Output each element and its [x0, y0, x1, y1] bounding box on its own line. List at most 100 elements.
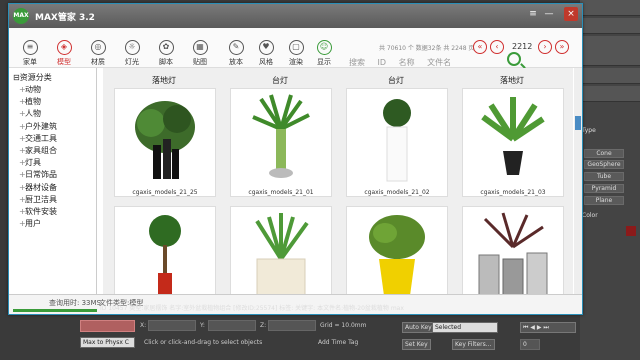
tool-label: 家单 — [23, 58, 37, 66]
tree-item-software[interactable]: +软件安装 — [13, 206, 96, 218]
tool-model[interactable]: ◈ 模型 — [49, 40, 79, 68]
playback-controls[interactable]: ⏮ ◀ ▶ ⏭ — [520, 322, 576, 333]
tree-item-label: 人物 — [25, 109, 41, 119]
next-page-icon[interactable]: › — [538, 40, 552, 54]
model-card[interactable] — [462, 206, 564, 294]
tree-item-decor[interactable]: +日常饰品 — [13, 169, 96, 181]
tool-label: 风格 — [259, 58, 273, 66]
color-swatch[interactable] — [626, 226, 636, 236]
frame-field[interactable]: 0 — [520, 339, 540, 350]
tool-display[interactable]: ☺ 显示 — [309, 40, 339, 68]
pyramid-button[interactable]: Pyramid — [584, 184, 624, 193]
edit-icon: ✎ — [228, 40, 244, 55]
tool-label: 模型 — [57, 58, 71, 66]
tree-root-label: 资源分类 — [19, 73, 52, 82]
tool-style[interactable]: ♥ 风格 — [251, 40, 281, 68]
tree-item-lamps[interactable]: +灯具 — [13, 157, 96, 169]
model-card[interactable]: cgaxis_models_21_01 — [230, 88, 332, 197]
tool-script[interactable]: ✿ 脚本 — [151, 40, 181, 68]
host-panel-dropdown-2[interactable] — [580, 86, 640, 102]
model-card[interactable] — [114, 206, 216, 294]
y-coord-field[interactable] — [208, 320, 256, 331]
cube-icon: ◈ — [56, 40, 72, 55]
tree-item-plants[interactable]: +植物 — [13, 96, 96, 108]
tool-label: 灯光 — [125, 58, 139, 66]
app-logo: MAX — [13, 8, 29, 24]
key-filters-button[interactable]: Key Filters... — [452, 339, 495, 350]
tree-item-people[interactable]: +人物 — [13, 108, 96, 120]
query-progress — [13, 309, 97, 312]
geosphere-button[interactable]: GeoSphere — [584, 160, 624, 169]
tree-item-label: 软件安装 — [25, 207, 57, 217]
close-icon[interactable]: × — [564, 7, 578, 21]
texture-icon: ▦ — [192, 40, 208, 55]
category-tree: ⊟资源分类 +动物 +植物 +人物 +户外建筑 +交通工具 +家具组合 +灯具 … — [9, 68, 97, 294]
search-input[interactable]: 搜索 — [349, 58, 365, 67]
tree-item-vehicles[interactable]: +交通工具 — [13, 133, 96, 145]
grid-scrollbar[interactable] — [574, 68, 582, 294]
minimize-icon[interactable]: — — [542, 7, 556, 21]
tool-label: 显示 — [317, 58, 331, 66]
key-mode-select[interactable]: Selected — [432, 322, 498, 333]
tool-light[interactable]: ☼ 灯光 — [117, 40, 147, 68]
title-bar[interactable]: MAX MAX管家 3.2 ≡ — × — [9, 4, 582, 28]
tube-button[interactable]: Tube — [584, 172, 624, 181]
host-panel-icons[interactable] — [580, 18, 640, 34]
light-icon: ☼ — [124, 40, 140, 55]
model-card[interactable]: cgaxis_models_21_02 — [346, 88, 448, 197]
search-by-name[interactable]: 名称 — [399, 58, 415, 67]
selection-lock-button[interactable] — [80, 320, 135, 332]
tree-item-label: 器材设备 — [25, 182, 57, 192]
x-coord-field[interactable] — [148, 320, 196, 331]
add-time-tag[interactable]: Add Time Tag — [318, 337, 358, 348]
host-panel-dropdown[interactable] — [580, 68, 640, 84]
model-thumbnail — [115, 89, 215, 187]
plane-button[interactable]: Plane — [584, 196, 624, 205]
tool-material[interactable]: ◎ 材质 — [83, 40, 113, 68]
tool-label: 材质 — [91, 58, 105, 66]
search-by-id[interactable]: ID — [378, 58, 387, 67]
tool-texture[interactable]: ▦ 贴图 — [185, 40, 215, 68]
tree-item-furniture[interactable]: +家具组合 — [13, 145, 96, 157]
tree-item-bathroom[interactable]: +厨卫洁具 — [13, 194, 96, 206]
model-card[interactable]: cgaxis_models_21_03 — [462, 88, 564, 197]
model-card[interactable] — [230, 206, 332, 294]
tool-render[interactable]: ▢ 渲染 — [281, 40, 311, 68]
model-card[interactable] — [346, 206, 448, 294]
host-panel-toolbar[interactable] — [580, 36, 640, 66]
z-coord-field[interactable] — [268, 320, 316, 331]
menu-icon[interactable]: ≡ — [526, 7, 540, 21]
tool-label: 脚本 — [159, 58, 173, 66]
auto-key-button[interactable]: Auto Key — [402, 322, 435, 333]
host-command-panel: Type Cone GeoSphere Tube Pyramid Plane C… — [580, 0, 640, 360]
tree-item-animals[interactable]: +动物 — [13, 84, 96, 96]
query-time: 查询用时: 33MS — [49, 299, 101, 307]
scroll-thumb[interactable] — [575, 116, 581, 130]
cone-button[interactable]: Cone — [584, 149, 624, 158]
search-icon[interactable] — [507, 52, 521, 66]
prev-page-icon[interactable]: ‹ — [490, 40, 504, 54]
tree-item-outdoor[interactable]: +户外建筑 — [13, 121, 96, 133]
model-card[interactable]: cgaxis_models_21_25 — [114, 88, 216, 197]
grid-label: Grid = 10.0mm — [320, 322, 367, 329]
maxscript-listener[interactable]: Max to Physx C — [80, 337, 135, 348]
display-icon: ☺ — [316, 40, 332, 55]
tool-list[interactable]: ≡ 家单 — [15, 40, 45, 68]
first-page-icon[interactable]: « — [473, 40, 487, 54]
color-label: Color — [582, 212, 598, 219]
z-label: Z: — [260, 322, 267, 329]
tree-root[interactable]: ⊟资源分类 — [13, 72, 96, 84]
set-key-button[interactable]: Set Key — [402, 339, 431, 350]
tree-item-equipment[interactable]: +器材设备 — [13, 182, 96, 194]
model-thumbnail — [347, 207, 447, 294]
result-stats: 共 70610 个 数据32条 共 2248 页 — [379, 45, 475, 52]
model-name: cgaxis_models_21_03 — [480, 189, 546, 196]
host-panel-tabs[interactable] — [580, 0, 640, 16]
app-title: MAX管家 3.2 — [35, 13, 95, 23]
page-number[interactable]: 2212 — [512, 42, 532, 51]
search-by-file[interactable]: 文件名 — [427, 58, 451, 67]
tool-edit[interactable]: ✎ 放本 — [221, 40, 251, 68]
model-name: cgaxis_models_21_25 — [132, 189, 198, 196]
tree-item-user[interactable]: +用户 — [13, 218, 96, 230]
last-page-icon[interactable]: » — [555, 40, 569, 54]
